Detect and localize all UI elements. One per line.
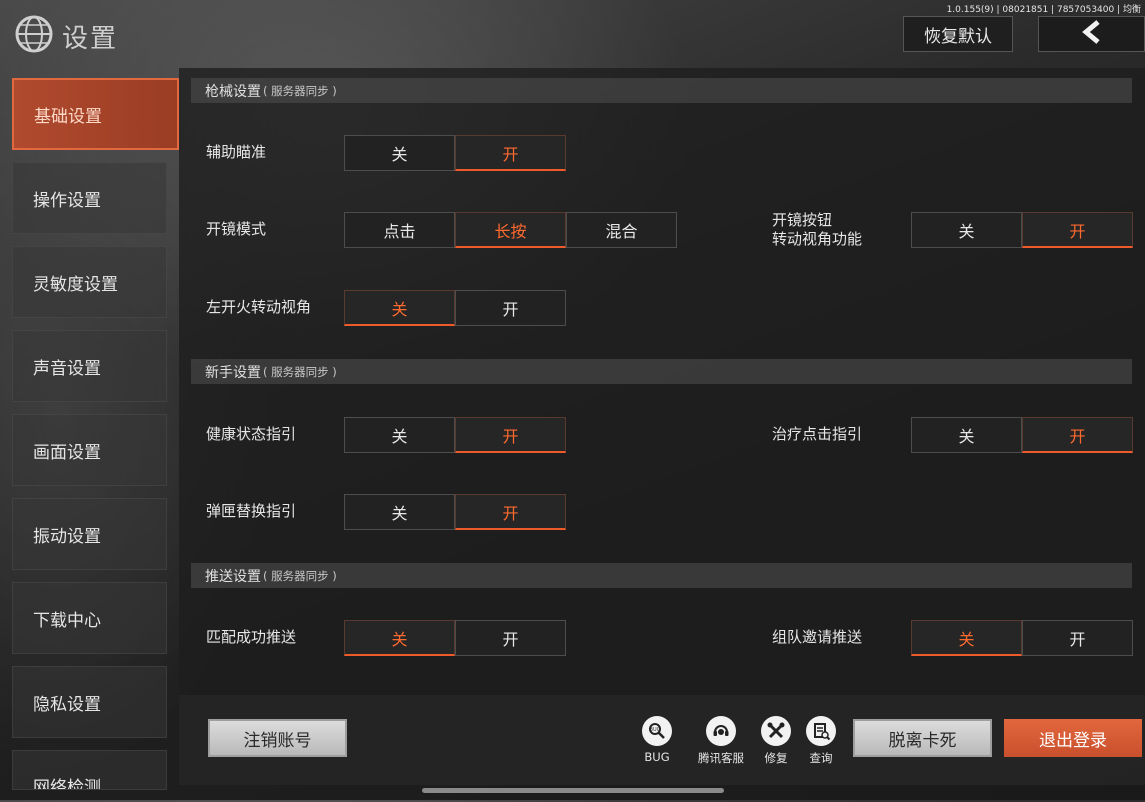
scope-button-rotate-label-line2: 转动视角功能 xyxy=(772,230,863,248)
section-newbie: 新手设置 ( 服务器同步 ) xyxy=(191,359,1132,384)
bug-report-icon: BUG xyxy=(642,716,672,746)
section-subtitle: ( 服务器同步 ) xyxy=(263,364,337,379)
match-push-label: 匹配成功推送 xyxy=(206,628,297,646)
tool-label: BUG xyxy=(644,750,670,764)
aim-assist-toggle: 关 开 xyxy=(344,135,566,171)
sidebar-item-network[interactable]: 网络检测 xyxy=(12,750,167,790)
mag-swap-guide-toggle: 关 开 xyxy=(344,494,566,530)
page-title: 设置 xyxy=(62,24,119,54)
scope-button-rotate-label-line1: 开镜按钮 xyxy=(772,211,833,229)
health-guide-on[interactable]: 开 xyxy=(455,417,566,453)
settings-panel: 枪械设置 ( 服务器同步 ) 辅助瞄准 关 开 开镜模式 点击 长按 混合 开镜… xyxy=(179,68,1145,695)
aim-assist-label: 辅助瞄准 xyxy=(206,143,267,161)
heal-click-guide-label: 治疗点击指引 xyxy=(772,425,863,443)
scope-button-rotate-on[interactable]: 开 xyxy=(1022,212,1133,248)
scope-mode-label: 开镜模式 xyxy=(206,220,267,238)
tool-label: 修复 xyxy=(764,751,788,765)
chevron-left-icon xyxy=(1079,19,1105,49)
customer-service-button[interactable]: 腾讯客服 xyxy=(698,716,744,766)
section-title: 新手设置 xyxy=(205,364,261,381)
team-invite-push-toggle: 关 开 xyxy=(911,620,1133,656)
customer-service-icon xyxy=(706,716,736,746)
tool-label: 腾讯客服 xyxy=(698,751,744,765)
aim-assist-off[interactable]: 关 xyxy=(344,135,455,171)
match-push-toggle: 关 开 xyxy=(344,620,566,656)
tool-label: 查询 xyxy=(809,751,833,765)
section-push: 推送设置 ( 服务器同步 ) xyxy=(191,563,1132,588)
sidebar-item-basic[interactable]: 基础设置 xyxy=(12,78,179,150)
heal-click-guide-toggle: 关 开 xyxy=(911,417,1133,453)
left-fire-rotate-on[interactable]: 开 xyxy=(455,290,566,326)
sidebar-item-sensitivity[interactable]: 灵敏度设置 xyxy=(12,246,167,318)
scope-button-rotate-toggle: 关 开 xyxy=(911,212,1133,248)
mag-swap-guide-off[interactable]: 关 xyxy=(344,494,455,530)
team-invite-push-label: 组队邀请推送 xyxy=(772,628,863,646)
deregister-account-button[interactable]: 注销账号 xyxy=(208,719,347,757)
scope-mode-hold[interactable]: 长按 xyxy=(455,212,566,248)
scope-button-rotate-label: 开镜按钮 转动视角功能 xyxy=(772,211,862,249)
heal-click-guide-on[interactable]: 开 xyxy=(1022,417,1133,453)
mag-swap-guide-label: 弹匣替换指引 xyxy=(206,502,297,520)
query-button[interactable]: 查询 xyxy=(799,716,843,766)
settings-sidebar: 基础设置 操作设置 灵敏度设置 声音设置 画面设置 振动设置 下载中心 隐私设置… xyxy=(12,78,179,802)
scope-mode-tap[interactable]: 点击 xyxy=(344,212,455,248)
query-document-icon xyxy=(806,716,836,746)
back-button[interactable] xyxy=(1038,16,1145,52)
sidebar-item-graphics[interactable]: 画面设置 xyxy=(12,414,167,486)
globe-logo-icon xyxy=(14,14,54,54)
left-fire-rotate-toggle: 关 开 xyxy=(344,290,566,326)
version-info: 1.0.155(9) | 08021851 | 7857053400 | 均衡 xyxy=(946,5,1141,15)
scope-button-rotate-off[interactable]: 关 xyxy=(911,212,1022,248)
health-guide-label: 健康状态指引 xyxy=(206,425,297,443)
team-invite-push-off[interactable]: 关 xyxy=(911,620,1022,656)
health-guide-toggle: 关 开 xyxy=(344,417,566,453)
repair-tools-icon xyxy=(761,716,791,746)
section-subtitle: ( 服务器同步 ) xyxy=(263,83,337,98)
mag-swap-guide-on[interactable]: 开 xyxy=(455,494,566,530)
section-weapon: 枪械设置 ( 服务器同步 ) xyxy=(191,78,1132,103)
repair-button[interactable]: 修复 xyxy=(754,716,798,766)
section-title: 推送设置 xyxy=(205,568,261,585)
sidebar-item-sound[interactable]: 声音设置 xyxy=(12,330,167,402)
unstuck-button[interactable]: 脱离卡死 xyxy=(853,719,992,757)
match-push-on[interactable]: 开 xyxy=(455,620,566,656)
logout-button[interactable]: 退出登录 xyxy=(1004,719,1142,757)
horizontal-scrollbar[interactable] xyxy=(422,788,724,793)
section-subtitle: ( 服务器同步 ) xyxy=(263,568,337,583)
sidebar-item-controls[interactable]: 操作设置 xyxy=(12,162,167,234)
health-guide-off[interactable]: 关 xyxy=(344,417,455,453)
restore-defaults-button[interactable]: 恢复默认 xyxy=(903,16,1013,52)
svg-text:BUG: BUG xyxy=(650,727,661,733)
heal-click-guide-off[interactable]: 关 xyxy=(911,417,1022,453)
sidebar-item-privacy[interactable]: 隐私设置 xyxy=(12,666,167,738)
match-push-off[interactable]: 关 xyxy=(344,620,455,656)
bug-report-button[interactable]: BUG BUG xyxy=(635,716,679,764)
sidebar-item-downloads[interactable]: 下载中心 xyxy=(12,582,167,654)
sidebar-item-vibration[interactable]: 振动设置 xyxy=(12,498,167,570)
scope-mode-mixed[interactable]: 混合 xyxy=(566,212,677,248)
team-invite-push-on[interactable]: 开 xyxy=(1022,620,1133,656)
section-title: 枪械设置 xyxy=(205,83,261,100)
left-fire-rotate-label: 左开火转动视角 xyxy=(206,298,312,316)
left-fire-rotate-off[interactable]: 关 xyxy=(344,290,455,326)
aim-assist-on[interactable]: 开 xyxy=(455,135,566,171)
scope-mode-selector: 点击 长按 混合 xyxy=(344,212,677,248)
